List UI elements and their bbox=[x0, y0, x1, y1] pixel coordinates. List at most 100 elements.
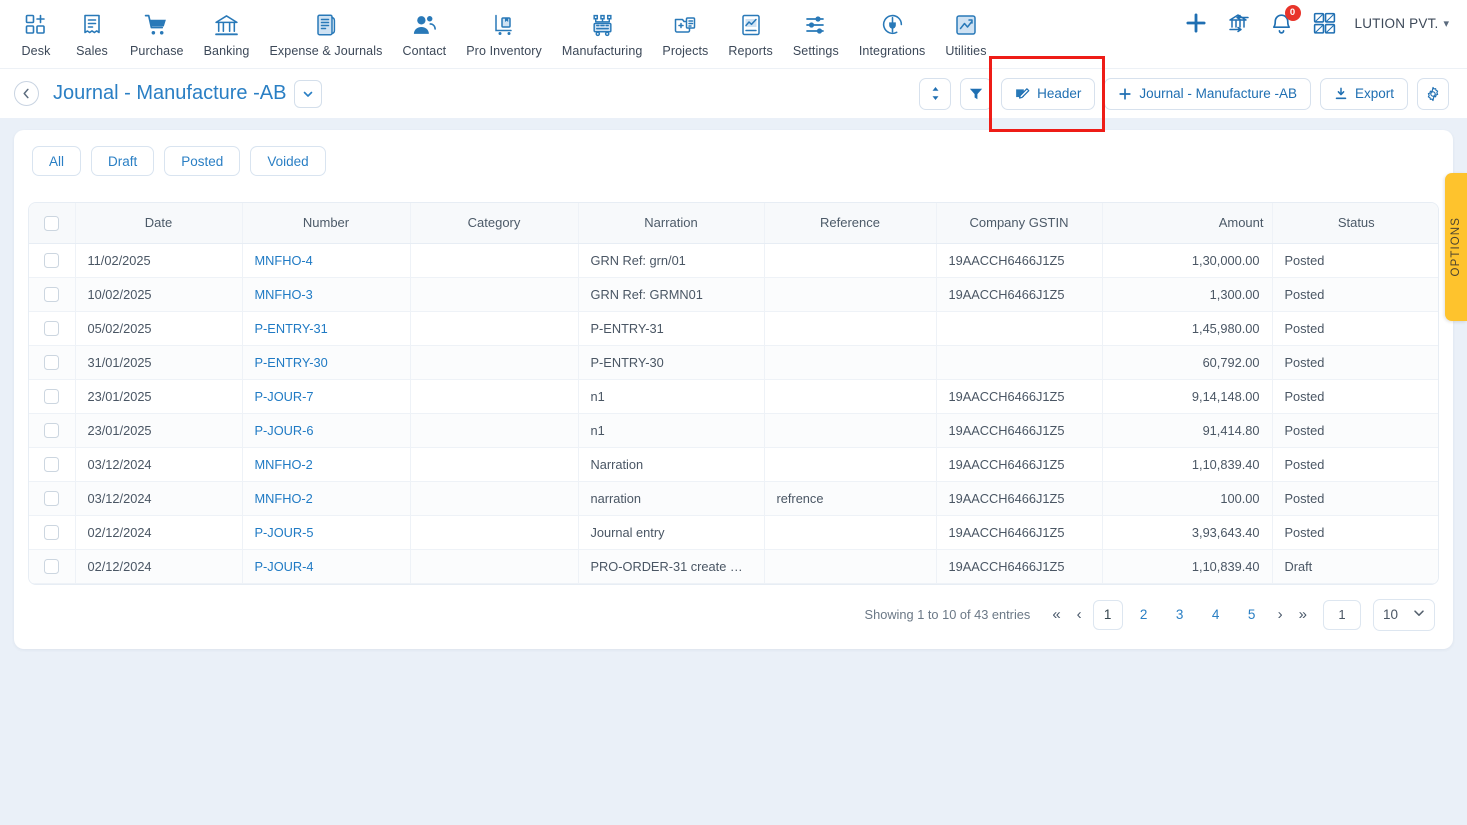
table-row[interactable]: 23/01/2025 P-JOUR-7 n1 19AACCH6466J1Z5 9,14,… bbox=[29, 379, 1438, 414]
nav-item-expense-journals[interactable]: Expense & Journals bbox=[259, 8, 392, 58]
cell-category bbox=[410, 447, 579, 482]
table-row[interactable]: 11/02/2025 MNFHO-4 GRN Ref: grn/01 19AACCH6… bbox=[29, 243, 1438, 278]
nav-item-utilities[interactable]: Utilities bbox=[935, 8, 996, 58]
page-button-1[interactable]: 1 bbox=[1092, 599, 1123, 630]
table-row[interactable]: 03/12/2024 MNFHO-2 narration refrence 19AACC… bbox=[29, 481, 1438, 516]
nav-item-integrations[interactable]: Integrations bbox=[849, 8, 936, 58]
journal-number-link[interactable]: P-JOUR-4 bbox=[255, 559, 314, 574]
apps-grid-button[interactable] bbox=[1312, 11, 1337, 36]
nav-item-pro-inventory[interactable]: Pro Inventory bbox=[456, 8, 552, 58]
column-header-date[interactable]: Date bbox=[75, 203, 243, 244]
journal-number-link[interactable]: MNFHO-2 bbox=[255, 457, 313, 472]
row-checkbox[interactable] bbox=[44, 389, 60, 405]
nav-item-settings[interactable]: Settings bbox=[783, 8, 849, 58]
row-select-cell bbox=[29, 345, 76, 380]
page-button-4[interactable]: 4 bbox=[1201, 600, 1231, 630]
page-number-input[interactable] bbox=[1323, 599, 1361, 630]
table-row[interactable]: 10/02/2025 MNFHO-3 GRN Ref: GRMN01 19AACCH6… bbox=[29, 277, 1438, 312]
cell-category bbox=[410, 311, 579, 346]
sort-button[interactable] bbox=[919, 77, 952, 110]
page-button-3[interactable]: 3 bbox=[1165, 600, 1195, 630]
bank-transfer-icon[interactable] bbox=[1227, 11, 1251, 35]
row-checkbox[interactable] bbox=[44, 287, 60, 303]
journal-number-link[interactable]: P-ENTRY-30 bbox=[255, 355, 328, 370]
column-header-number[interactable]: Number bbox=[242, 203, 411, 244]
journal-number-link[interactable]: MNFHO-4 bbox=[255, 253, 313, 268]
journal-number-link[interactable]: MNFHO-2 bbox=[255, 491, 313, 506]
settings-gear-button[interactable] bbox=[1417, 77, 1449, 110]
row-checkbox[interactable] bbox=[44, 355, 60, 371]
row-checkbox[interactable] bbox=[44, 457, 60, 473]
nav-item-desk[interactable]: Desk bbox=[8, 8, 64, 58]
select-all-checkbox[interactable] bbox=[44, 215, 60, 231]
cell-status: Posted bbox=[1272, 379, 1438, 414]
nav-item-manufacturing[interactable]: Manufacturing bbox=[552, 8, 653, 58]
cell-amount: 60,792.00 bbox=[1102, 345, 1273, 380]
add-new-button[interactable] bbox=[1183, 10, 1209, 36]
column-header-narration[interactable]: Narration bbox=[578, 203, 765, 244]
column-header-amount[interactable]: Amount bbox=[1102, 203, 1273, 244]
column-header-reference[interactable]: Reference bbox=[764, 203, 937, 244]
nav-item-projects[interactable]: Projects bbox=[652, 8, 718, 58]
cell-category bbox=[410, 277, 579, 312]
column-header-category[interactable]: Category bbox=[410, 203, 579, 244]
trolley-icon bbox=[492, 10, 516, 40]
back-button[interactable] bbox=[14, 81, 39, 106]
cell-date: 23/01/2025 bbox=[75, 379, 243, 414]
table-row[interactable]: 02/12/2024 P-JOUR-4 PRO-ORDER-31 create Mf… bbox=[29, 549, 1438, 584]
nav-item-label: Pro Inventory bbox=[466, 44, 542, 58]
row-checkbox[interactable] bbox=[44, 423, 60, 439]
title-dropdown-button[interactable] bbox=[294, 79, 323, 108]
row-checkbox[interactable] bbox=[44, 491, 60, 507]
journal-number-link[interactable]: P-JOUR-5 bbox=[255, 525, 314, 540]
last-page-button[interactable]: » bbox=[1291, 607, 1315, 622]
filter-chip-posted[interactable]: Posted bbox=[164, 146, 241, 176]
nav-item-label: Manufacturing bbox=[561, 44, 643, 58]
column-header-company-gstin[interactable]: Company GSTIN bbox=[936, 203, 1103, 244]
page-button-5[interactable]: 5 bbox=[1237, 600, 1267, 630]
header-button[interactable]: Header bbox=[1001, 77, 1096, 110]
journal-number-link[interactable]: P-ENTRY-31 bbox=[255, 321, 328, 336]
prev-page-button[interactable]: ‹ bbox=[1069, 607, 1090, 622]
nav-item-purchase[interactable]: Purchase bbox=[120, 8, 194, 58]
journal-number-link[interactable]: MNFHO-3 bbox=[255, 287, 313, 302]
page-button-2[interactable]: 2 bbox=[1129, 600, 1159, 630]
table-row[interactable]: 31/01/2025 P-ENTRY-30 P-ENTRY-30 60,792.00 P… bbox=[29, 345, 1438, 380]
nav-item-sales[interactable]: Sales bbox=[64, 8, 120, 58]
nav-item-reports[interactable]: Reports bbox=[718, 8, 782, 58]
filter-chip-voided[interactable]: Voided bbox=[250, 146, 326, 176]
filter-button[interactable] bbox=[960, 77, 993, 110]
column-header-status[interactable]: Status bbox=[1272, 203, 1438, 244]
options-side-tab[interactable]: OPTIONS bbox=[1445, 173, 1467, 321]
row-checkbox[interactable] bbox=[44, 253, 60, 269]
showing-entries-text: Showing 1 to 10 of 43 entries bbox=[864, 607, 1031, 622]
new-journal-button[interactable]: Journal - Manufacture -AB bbox=[1104, 77, 1311, 110]
row-checkbox[interactable] bbox=[44, 321, 60, 337]
cell-narration: Narration bbox=[578, 447, 765, 482]
row-checkbox[interactable] bbox=[44, 525, 60, 541]
cell-date: 03/12/2024 bbox=[75, 447, 243, 482]
table-row[interactable]: 05/02/2025 P-ENTRY-31 P-ENTRY-31 1,45,980.0… bbox=[29, 311, 1438, 346]
row-checkbox[interactable] bbox=[44, 559, 60, 575]
organization-menu[interactable]: LUTION PVT. ▾ bbox=[1355, 16, 1450, 31]
row-select-cell bbox=[29, 549, 76, 584]
edit-square-icon bbox=[1015, 86, 1030, 101]
cell-status: Posted bbox=[1272, 243, 1438, 278]
cell-company-gstin: 19AACCH6466J1Z5 bbox=[936, 379, 1103, 414]
table-row[interactable]: 03/12/2024 MNFHO-2 Narration 19AACCH6466J1Z… bbox=[29, 447, 1438, 482]
top-navigation-bar: Desk Sales Purchase Banking Expense & Jo… bbox=[0, 0, 1467, 68]
nav-item-contact[interactable]: Contact bbox=[392, 8, 456, 58]
nav-item-label: Expense & Journals bbox=[269, 44, 383, 58]
page-size-select[interactable]: 10 bbox=[1373, 598, 1435, 631]
export-button[interactable]: Export bbox=[1319, 77, 1408, 110]
notifications-button[interactable]: 0 bbox=[1269, 4, 1301, 36]
filter-chip-draft[interactable]: Draft bbox=[91, 146, 155, 176]
next-page-button[interactable]: › bbox=[1270, 607, 1291, 622]
table-row[interactable]: 02/12/2024 P-JOUR-5 Journal entry 19AACCH64… bbox=[29, 515, 1438, 550]
journal-number-link[interactable]: P-JOUR-6 bbox=[255, 423, 314, 438]
table-row[interactable]: 23/01/2025 P-JOUR-6 n1 19AACCH6466J1Z5 91,41… bbox=[29, 413, 1438, 448]
journal-number-link[interactable]: P-JOUR-7 bbox=[255, 389, 314, 404]
nav-item-banking[interactable]: Banking bbox=[194, 8, 260, 58]
first-page-button[interactable]: « bbox=[1044, 607, 1068, 622]
filter-chip-all[interactable]: All bbox=[32, 146, 82, 176]
